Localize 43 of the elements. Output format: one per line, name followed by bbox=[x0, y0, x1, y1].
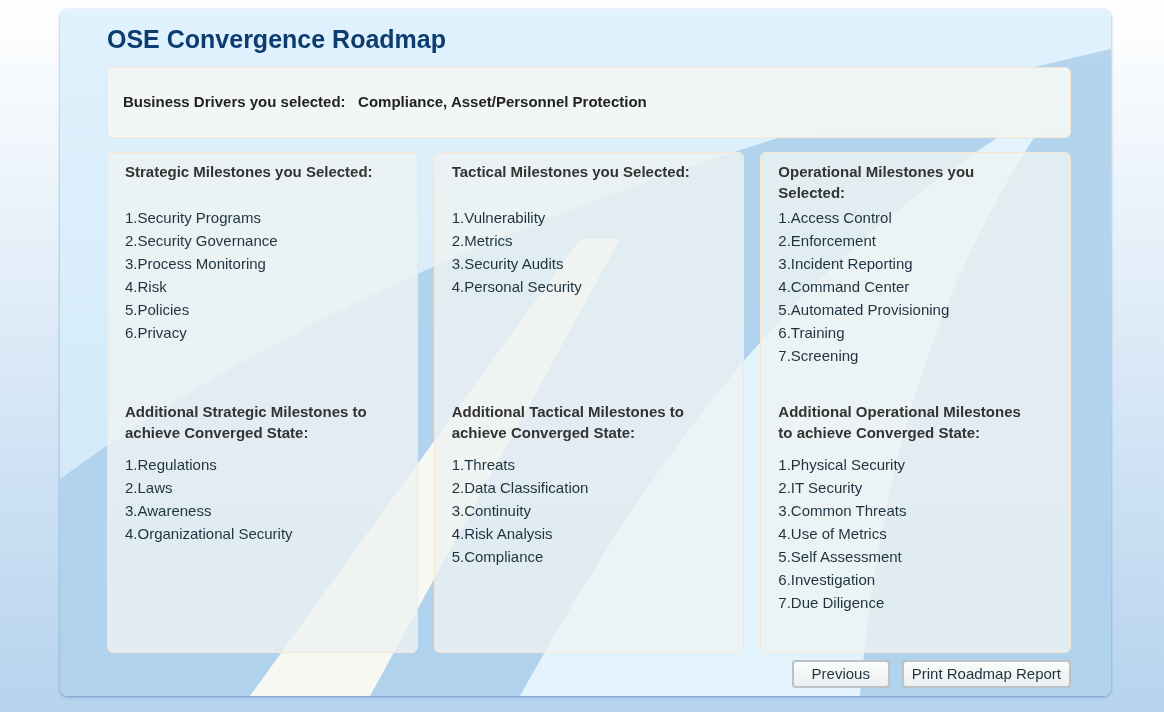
milestone-item: 7.Screening bbox=[778, 346, 859, 366]
milestone-item: 2.Security Governance bbox=[125, 231, 278, 251]
milestone-item: 4.Command Center bbox=[778, 277, 910, 297]
business-drivers-text: Business Drivers you selected: Compliance, Asset/Personnel Protection bbox=[123, 92, 647, 113]
milestone-item: 2.Enforcement bbox=[778, 231, 876, 251]
milestone-item: 1.Regulations bbox=[125, 455, 217, 475]
milestone-item: 4.Use of Metrics bbox=[778, 524, 887, 544]
milestone-item: 6.Investigation bbox=[778, 570, 876, 590]
milestone-item: 1.Vulnerability bbox=[451, 208, 546, 228]
milestone-item: 4.Personal Security bbox=[451, 277, 582, 297]
milestone-item: 3.Process Monitoring bbox=[125, 254, 266, 274]
milestone-item: 5.Compliance bbox=[451, 547, 544, 567]
page-title: OSE Convergence Roadmap bbox=[107, 24, 446, 55]
milestone-item: 7.Due Diligence bbox=[778, 593, 885, 613]
milestone-item: 2.Laws bbox=[125, 478, 173, 498]
section-heading: Additional Operational Milestones to achieve Converged State: bbox=[778, 402, 1022, 443]
milestone-item: 1.Threats bbox=[451, 455, 516, 475]
milestone-item: 3.Security Audits bbox=[451, 254, 564, 274]
milestone-item: 5.Self Assessment bbox=[778, 547, 902, 567]
milestone-item: 6.Privacy bbox=[125, 323, 187, 343]
milestone-item: 4.Risk bbox=[125, 277, 167, 297]
milestone-item: 1.Access Control bbox=[778, 208, 892, 228]
milestone-item: 3.Incident Reporting bbox=[778, 254, 913, 274]
section-heading: Tactical Milestones you Selected: bbox=[451, 162, 691, 182]
milestone-item: 1.Physical Security bbox=[778, 455, 906, 475]
milestone-item: 3.Continuity bbox=[451, 501, 531, 521]
nav-button[interactable]: Print Roadmap Report bbox=[901, 660, 1071, 688]
milestone-item: 5.Automated Provisioning bbox=[778, 300, 950, 320]
nav-button[interactable]: Previous bbox=[791, 660, 890, 688]
milestone-item: 1.Security Programs bbox=[125, 208, 261, 228]
milestone-item: 2.IT Security bbox=[778, 478, 863, 498]
milestone-item: 6.Training bbox=[778, 323, 845, 343]
milestone-item: 4.Organizational Security bbox=[125, 524, 293, 544]
section-heading: Strategic Milestones you Selected: bbox=[125, 162, 374, 182]
section-heading: Additional Tactical Milestones to achieve Converged State: bbox=[451, 402, 685, 443]
milestone-item: 3.Common Threats bbox=[778, 501, 907, 521]
milestone-item: 2.Metrics bbox=[451, 231, 513, 251]
section-heading: Additional Strategic Milestones to achieve Converged State: bbox=[125, 402, 368, 443]
milestone-item: 4.Risk Analysis bbox=[451, 524, 553, 544]
milestone-item: 5.Policies bbox=[125, 300, 190, 320]
milestone-item: 2.Data Classification bbox=[451, 478, 589, 498]
section-heading: Operational Milestones you Selected: bbox=[778, 162, 976, 203]
milestone-item: 3.Awareness bbox=[125, 501, 212, 521]
